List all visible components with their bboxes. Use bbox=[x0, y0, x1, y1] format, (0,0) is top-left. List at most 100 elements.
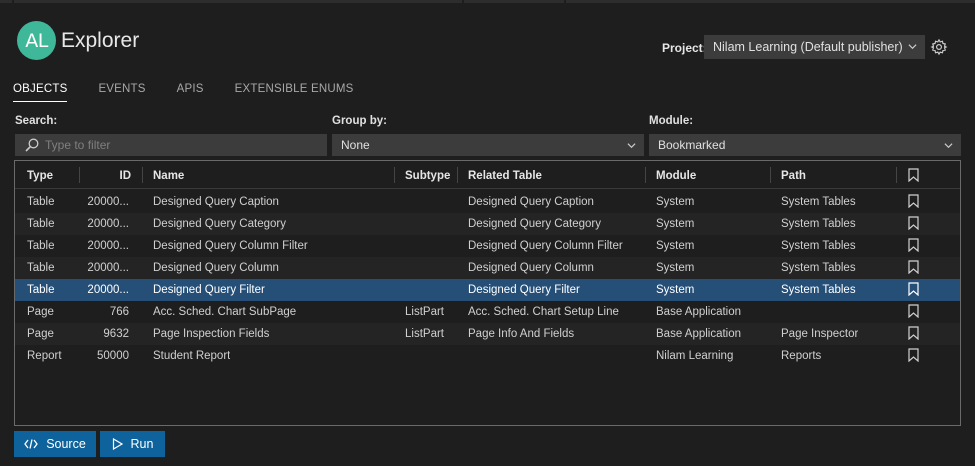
table-row[interactable]: Table 20000... Designed Query Caption De… bbox=[15, 191, 960, 213]
cell-module: Nilam Learning bbox=[656, 350, 734, 362]
group-by-value: None bbox=[341, 138, 370, 152]
cell-path: System Tables bbox=[781, 262, 856, 274]
gear-icon[interactable] bbox=[930, 38, 948, 56]
table-row[interactable]: Table 20000... Designed Query Column Des… bbox=[15, 257, 960, 279]
bookmark-icon[interactable] bbox=[908, 282, 919, 296]
play-icon bbox=[112, 438, 123, 450]
cell-module: System bbox=[656, 196, 695, 208]
table-row[interactable]: Table 20000... Designed Query Category D… bbox=[15, 213, 960, 235]
column-header-module[interactable]: Module bbox=[656, 170, 696, 182]
cell-type: Page bbox=[27, 306, 54, 318]
module-select[interactable]: Bookmarked bbox=[649, 134, 961, 156]
bookmark-icon[interactable] bbox=[908, 168, 919, 182]
bookmark-icon[interactable] bbox=[908, 238, 919, 252]
source-button[interactable]: Source bbox=[14, 431, 96, 457]
cell-id: 20000... bbox=[87, 218, 129, 230]
cell-name: Designed Query Caption bbox=[153, 196, 279, 208]
bookmark-icon[interactable] bbox=[908, 304, 919, 318]
cell-name: Designed Query Column Filter bbox=[153, 240, 308, 252]
cell-name: Designed Query Category bbox=[153, 218, 286, 230]
cell-subtype: ListPart bbox=[405, 306, 444, 318]
cell-name: Student Report bbox=[153, 350, 231, 362]
cell-id: 20000... bbox=[87, 262, 129, 274]
cell-related-table: Designed Query Column bbox=[468, 262, 594, 274]
cell-name: Page Inspection Fields bbox=[153, 328, 270, 340]
module-value: Bookmarked bbox=[658, 138, 726, 152]
project-value: Nilam Learning (Default publisher) bbox=[713, 40, 903, 54]
cell-related-table: Page Info And Fields bbox=[468, 328, 575, 340]
cell-type: Table bbox=[27, 240, 55, 252]
tab-bar: OBJECTS EVENTS APIS EXTENSIBLE ENUMS bbox=[13, 83, 385, 102]
cell-id: 766 bbox=[109, 306, 129, 318]
tab-events[interactable]: EVENTS bbox=[98, 83, 145, 102]
column-header-related-table[interactable]: Related Table bbox=[468, 170, 542, 182]
app-logo: AL bbox=[17, 21, 56, 60]
cell-id: 9632 bbox=[103, 328, 129, 340]
run-button-label: Run bbox=[130, 437, 154, 451]
cell-type: Table bbox=[27, 284, 55, 296]
objects-table: Type ID Name Subtype Related Table Modul… bbox=[14, 160, 961, 426]
cell-type: Table bbox=[27, 218, 55, 230]
cell-related-table: Designed Query Category bbox=[468, 218, 601, 230]
tab-extensible-enums[interactable]: EXTENSIBLE ENUMS bbox=[235, 83, 354, 102]
cell-related-table: Designed Query Column Filter bbox=[468, 240, 623, 252]
table-row[interactable]: Page 9632 Page Inspection Fields ListPar… bbox=[15, 323, 960, 345]
group-by-select[interactable]: None bbox=[332, 134, 644, 156]
column-header-subtype[interactable]: Subtype bbox=[405, 170, 450, 182]
tab-apis[interactable]: APIS bbox=[177, 83, 204, 102]
cell-related-table: Acc. Sched. Chart Setup Line bbox=[468, 306, 619, 318]
cell-module: System bbox=[656, 218, 695, 230]
app-title: Explorer bbox=[61, 29, 140, 52]
bookmark-icon[interactable] bbox=[908, 260, 919, 274]
chevron-down-icon bbox=[908, 44, 917, 50]
cell-name: Designed Query Filter bbox=[153, 284, 265, 296]
cell-path: System Tables bbox=[781, 240, 856, 252]
column-header-type[interactable]: Type bbox=[27, 170, 53, 182]
column-header-path[interactable]: Path bbox=[781, 170, 806, 182]
project-select[interactable]: Nilam Learning (Default publisher) bbox=[704, 35, 925, 59]
cell-name: Acc. Sched. Chart SubPage bbox=[153, 306, 297, 318]
column-header-id[interactable]: ID bbox=[85, 170, 132, 182]
chevron-down-icon bbox=[944, 143, 953, 149]
cell-module: Base Application bbox=[656, 328, 742, 340]
search-icon bbox=[25, 138, 39, 152]
bookmark-icon[interactable] bbox=[908, 326, 919, 340]
cell-name: Designed Query Column bbox=[153, 262, 279, 274]
cell-subtype: ListPart bbox=[405, 328, 444, 340]
cell-type: Table bbox=[27, 262, 55, 274]
table-header: Type ID Name Subtype Related Table Modul… bbox=[15, 161, 960, 189]
cell-related-table: Designed Query Filter bbox=[468, 284, 580, 296]
cell-id: 20000... bbox=[87, 196, 129, 208]
table-row[interactable]: Page 766 Acc. Sched. Chart SubPage ListP… bbox=[15, 301, 960, 323]
cell-type: Table bbox=[27, 196, 55, 208]
bookmark-icon[interactable] bbox=[908, 216, 919, 230]
group-by-label: Group by: bbox=[332, 115, 387, 127]
cell-id: 20000... bbox=[87, 284, 129, 296]
tab-objects[interactable]: OBJECTS bbox=[13, 83, 68, 102]
cell-module: System bbox=[656, 262, 695, 274]
bookmark-icon[interactable] bbox=[908, 194, 919, 208]
cell-path: System Tables bbox=[781, 284, 856, 296]
cell-path: Reports bbox=[781, 350, 822, 362]
title-bar-strip bbox=[0, 0, 975, 3]
table-row[interactable]: Report 50000 Student Report Nilam Learni… bbox=[15, 345, 960, 367]
cell-path: System Tables bbox=[781, 196, 856, 208]
cell-id: 50000 bbox=[97, 350, 129, 362]
bookmark-icon[interactable] bbox=[908, 348, 919, 362]
table-row[interactable]: Table 20000... Designed Query Column Fil… bbox=[15, 235, 960, 257]
cell-module: Base Application bbox=[656, 306, 742, 318]
project-label: Project: bbox=[662, 41, 707, 55]
code-icon bbox=[24, 439, 38, 449]
search-box bbox=[15, 134, 327, 156]
cell-related-table: Designed Query Caption bbox=[468, 196, 594, 208]
run-button[interactable]: Run bbox=[100, 431, 165, 457]
search-input[interactable] bbox=[45, 134, 325, 156]
module-label: Module: bbox=[649, 115, 694, 127]
cell-type: Page bbox=[27, 328, 54, 340]
table-row-selected[interactable]: Table 20000... Designed Query Filter Des… bbox=[15, 279, 960, 301]
cell-module: System bbox=[656, 240, 695, 252]
column-header-name[interactable]: Name bbox=[153, 170, 184, 182]
cell-path: Page Inspector bbox=[781, 328, 859, 340]
cell-type: Report bbox=[27, 350, 62, 362]
cell-path: System Tables bbox=[781, 218, 856, 230]
